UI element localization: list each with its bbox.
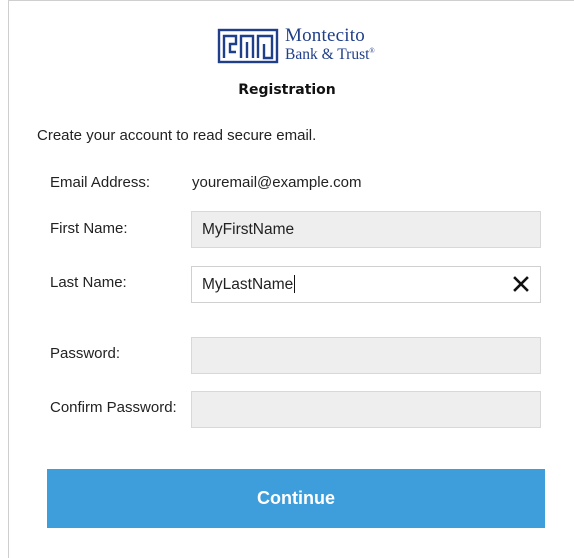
last-name-label: Last Name: xyxy=(50,274,127,291)
bank-name-line1: Montecito xyxy=(285,25,365,46)
bank-logo: Montecito Bank & Trust® xyxy=(217,25,377,71)
password-field[interactable] xyxy=(191,337,541,374)
email-label: Email Address: xyxy=(50,174,151,191)
close-icon[interactable] xyxy=(512,275,530,293)
confirm-password-label: Confirm Password: xyxy=(50,399,177,416)
password-label: Password: xyxy=(50,345,121,362)
email-value: youremail@example.com xyxy=(192,174,362,191)
registered-mark: ® xyxy=(369,46,375,55)
first-name-field[interactable]: MyFirstName xyxy=(191,211,541,248)
text-caret xyxy=(294,274,296,293)
last-name-value: MyLastName xyxy=(202,276,294,293)
last-name-field[interactable]: MyLastName xyxy=(191,266,541,303)
page-title: Registration xyxy=(238,82,336,98)
first-name-label: First Name: xyxy=(50,220,128,237)
bank-name-line2: Bank & Trust® xyxy=(285,46,375,63)
mbt-logo-icon xyxy=(217,28,279,64)
first-name-value: MyFirstName xyxy=(202,221,295,238)
intro-text: Create your account to read secure email… xyxy=(37,127,317,144)
continue-button[interactable]: Continue xyxy=(47,469,545,528)
confirm-password-field[interactable] xyxy=(191,391,541,428)
